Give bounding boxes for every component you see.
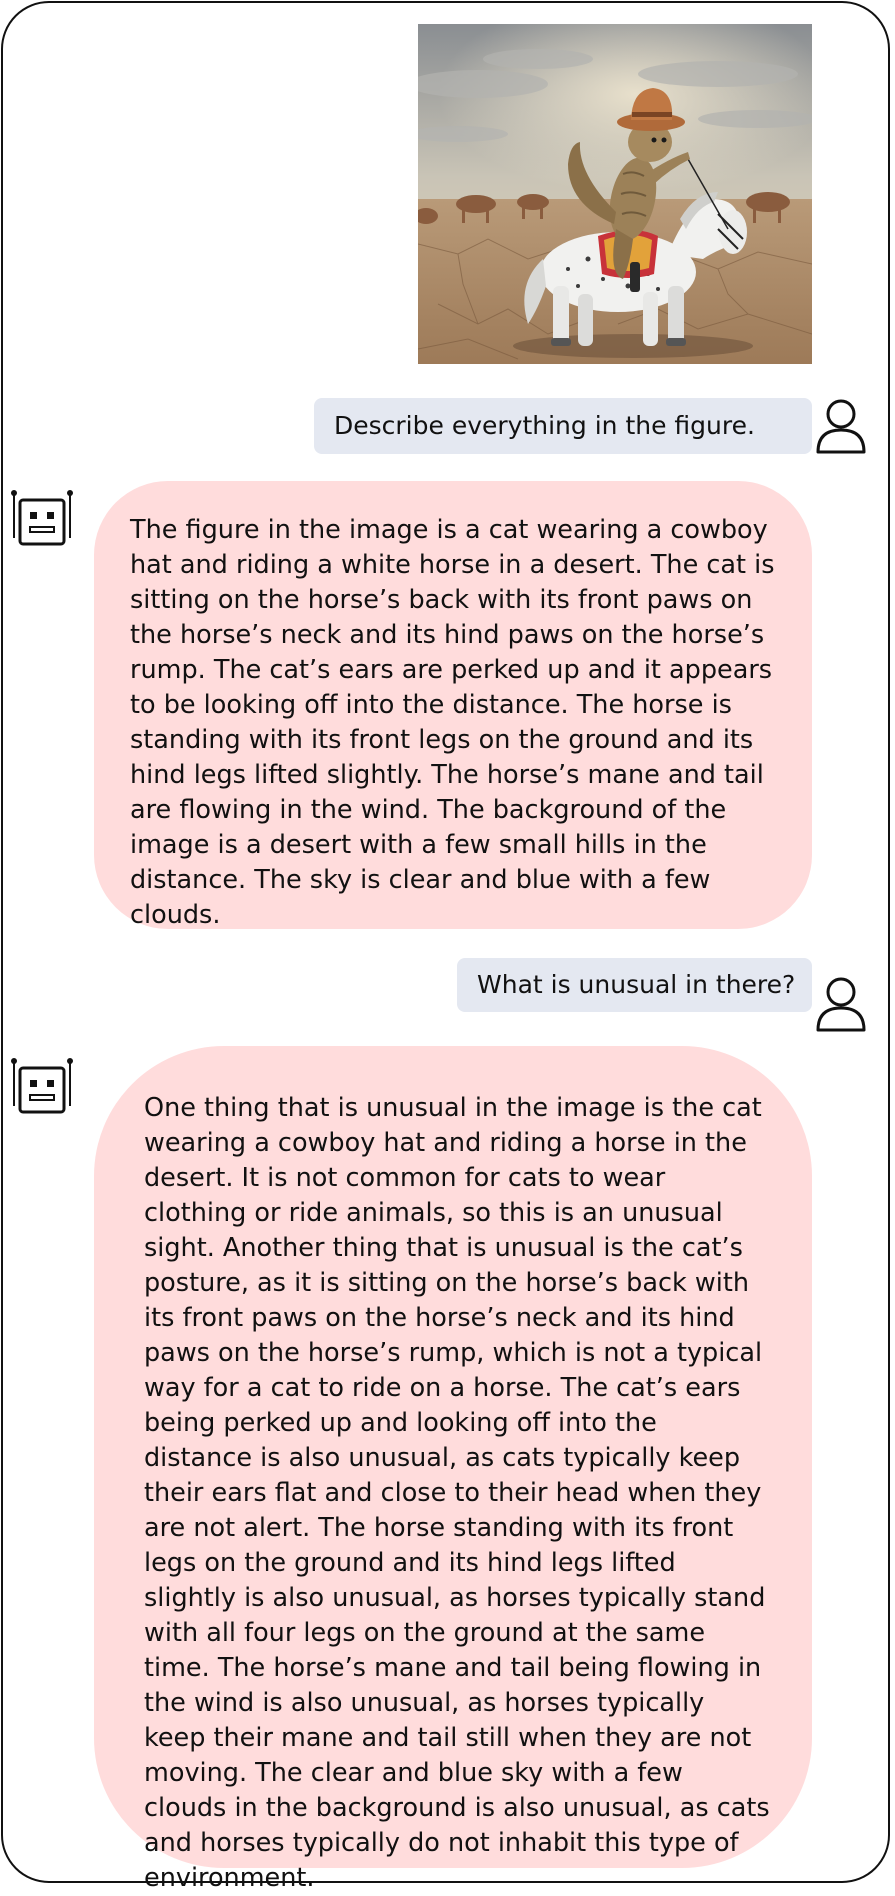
user-icon bbox=[815, 398, 867, 454]
assistant-message-2: One thing that is unusual in the image i… bbox=[94, 1046, 812, 1893]
robot-icon bbox=[10, 1056, 74, 1118]
user-message-1: Describe everything in the figure. bbox=[314, 398, 812, 454]
assistant-message-1: The figure in the image is a cat wearing… bbox=[94, 481, 812, 930]
robot-icon bbox=[10, 488, 74, 550]
cat-cowboy-photo bbox=[418, 24, 812, 364]
assistant-message-2-text: One thing that is unusual in the image i… bbox=[144, 1093, 770, 1893]
user-message-2: What is unusual in there? bbox=[457, 958, 812, 1012]
assistant-message-1-text: The figure in the image is a cat wearing… bbox=[130, 515, 775, 930]
user-icon bbox=[815, 976, 867, 1032]
